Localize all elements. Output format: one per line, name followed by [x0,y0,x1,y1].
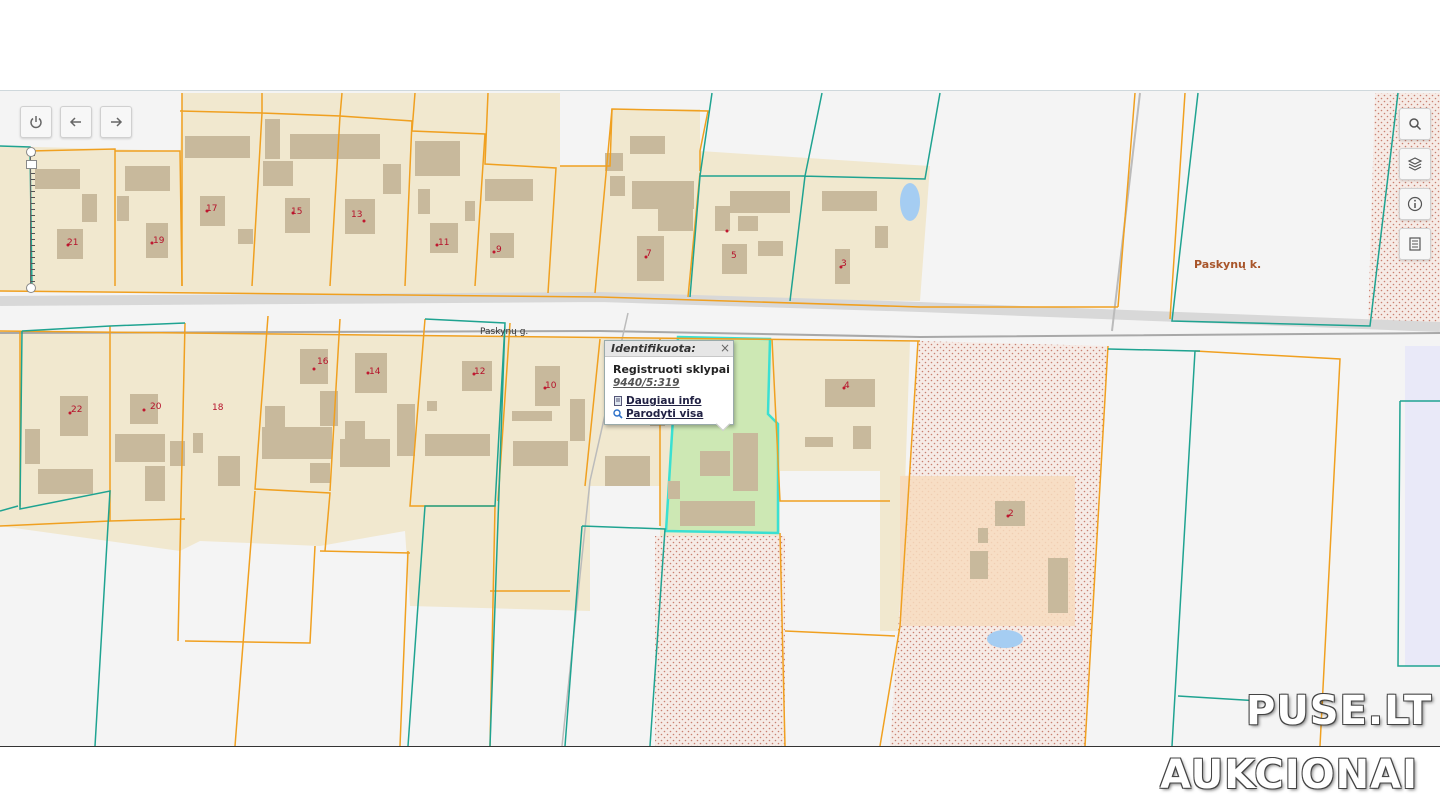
watermark-line-1: PUSE.LT [1246,688,1433,734]
house-number: 10 [545,381,557,391]
house-number: 11 [438,238,450,248]
forward-button[interactable] [100,106,132,138]
parcel-id-link[interactable]: 9440/5:319 [613,377,679,389]
house-number: 19 [153,236,165,246]
layers-button[interactable] [1399,148,1431,180]
power-button[interactable] [20,106,52,138]
back-button[interactable] [60,106,92,138]
house-number: 7 [646,249,652,259]
house-number: 21 [67,238,79,248]
popup-title: Registruoti sklypai [613,363,730,376]
village-label: Paskynų k. [1194,258,1262,271]
layers-icon [1407,157,1423,171]
zoom-in-button[interactable] [26,147,36,157]
zoom-ticks [31,155,35,285]
show-all-link[interactable]: Parodyti visa [613,408,703,420]
identify-popup: Identifikuota: × Registruoti sklypai 944… [604,340,734,432]
house-number: 22 [71,405,83,415]
more-info-link[interactable]: Daugiau info [613,395,701,407]
popup-close-button[interactable]: × [720,341,730,355]
street-label: Paskynų g. [480,327,529,337]
house-number: 2 [1008,509,1014,519]
house-number: 14 [369,367,381,377]
watermark-line-2: AUKCIONAI [1160,752,1418,798]
house-number: 18 [212,403,224,413]
search-button[interactable] [1399,108,1431,140]
house-number: 17 [206,204,218,214]
search-icon [1409,118,1422,131]
power-icon [30,116,42,129]
house-number: 3 [841,259,847,269]
zoom-out-button[interactable] [26,283,36,293]
zoom-slider[interactable] [25,147,37,293]
document-icon [614,396,622,406]
arrow-right-icon [111,117,123,127]
house-number: 16 [317,357,329,367]
popup-header: Identifikuota: [605,341,733,357]
house-number: 20 [150,402,162,412]
magnifier-icon [613,409,623,419]
house-number: 4 [844,381,850,391]
document-icon [1409,237,1421,251]
info-button[interactable] [1399,188,1431,220]
house-number: 13 [351,210,363,220]
show-all-label: Parodyti visa [626,408,704,420]
zoom-handle[interactable] [26,160,37,169]
legend-button[interactable] [1399,228,1431,260]
house-number: 9 [496,245,502,255]
info-icon [1407,196,1423,212]
house-number: 15 [291,207,303,217]
arrow-left-icon [69,117,81,127]
more-info-label: Daugiau info [626,395,702,407]
house-number: 12 [474,367,486,377]
house-number: 5 [731,251,737,261]
